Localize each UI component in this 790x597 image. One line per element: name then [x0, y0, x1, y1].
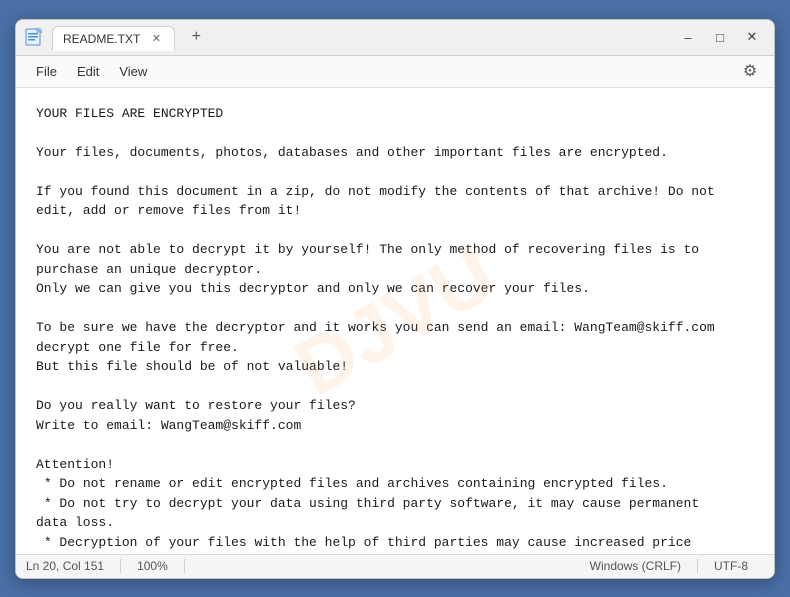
main-window: README.TXT ✕ + – □ ✕ File Edit View ⚙ DJ…: [15, 19, 775, 579]
editor-text: YOUR FILES ARE ENCRYPTED Your files, doc…: [36, 104, 754, 554]
menu-file[interactable]: File: [26, 60, 67, 83]
menu-edit[interactable]: Edit: [67, 60, 109, 83]
settings-icon[interactable]: ⚙: [736, 57, 764, 85]
line-ending[interactable]: Windows (CRLF): [590, 559, 698, 573]
zoom-level[interactable]: 100%: [137, 559, 185, 573]
app-icon: [24, 27, 44, 47]
menu-bar: File Edit View ⚙: [16, 56, 774, 88]
active-tab[interactable]: README.TXT ✕: [52, 26, 175, 51]
minimize-button[interactable]: –: [674, 23, 702, 51]
tab-close-button[interactable]: ✕: [148, 31, 164, 47]
window-controls: – □ ✕: [674, 23, 766, 51]
close-button[interactable]: ✕: [738, 23, 766, 51]
cursor-position: Ln 20, Col 151: [26, 559, 121, 573]
status-bar: Ln 20, Col 151 100% Windows (CRLF) UTF-8: [16, 554, 774, 578]
text-editor-content[interactable]: DJVU YOUR FILES ARE ENCRYPTED Your files…: [16, 88, 774, 554]
title-bar: README.TXT ✕ + – □ ✕: [16, 20, 774, 56]
new-tab-button[interactable]: +: [183, 24, 209, 50]
encoding[interactable]: UTF-8: [714, 559, 764, 573]
tab-label: README.TXT: [63, 32, 140, 46]
maximize-button[interactable]: □: [706, 23, 734, 51]
menu-view[interactable]: View: [109, 60, 157, 83]
